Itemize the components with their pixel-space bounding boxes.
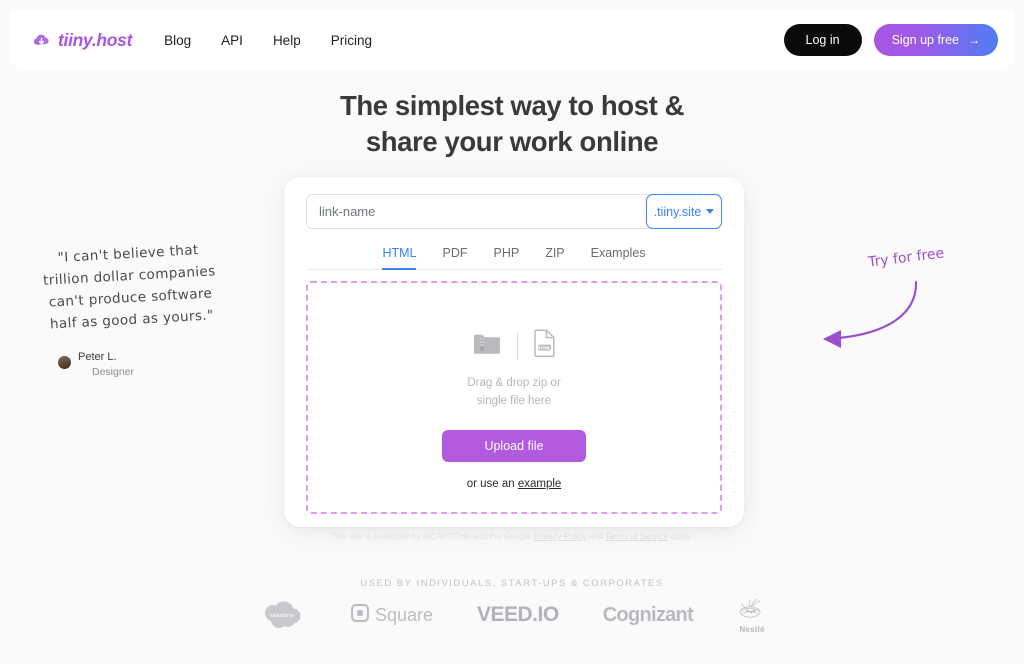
nav-actions: Log in Sign up free → bbox=[783, 24, 998, 56]
zip-folder-icon bbox=[472, 331, 502, 362]
nav-links: Blog API Help Pricing bbox=[164, 33, 372, 48]
quote-line-3: can't produce software bbox=[48, 285, 213, 311]
logo-veed-io: VEED.IO bbox=[476, 603, 559, 626]
upload-file-button[interactable]: Upload file bbox=[442, 429, 586, 462]
chevron-down-icon bbox=[706, 209, 715, 214]
dropzone-divider bbox=[517, 332, 518, 360]
domain-select[interactable]: .tiiny.site bbox=[646, 194, 722, 229]
signup-free-button[interactable]: Sign up free → bbox=[873, 24, 998, 56]
partner-logos: salesforce Square VEED.IO Cognizant Nest… bbox=[0, 596, 1024, 634]
use-example-prefix: or use an bbox=[466, 477, 518, 490]
testimonial-attribution: Peter L. Designer bbox=[58, 347, 230, 378]
annotation-label: Try for free bbox=[867, 245, 945, 271]
testimonial-quote: "I can't believe that trillion dollar co… bbox=[28, 238, 233, 336]
quote-line-4: half as good as yours." bbox=[49, 306, 215, 333]
use-example-text: or use an example bbox=[467, 478, 562, 490]
tab-pdf[interactable]: PDF bbox=[442, 246, 467, 270]
file-dropzone[interactable]: HTML Drag & drop zip or single file here… bbox=[306, 281, 722, 514]
terms-of-service-link[interactable]: Terms of Service bbox=[605, 531, 668, 541]
headline-line-1: The simplest way to host & bbox=[339, 90, 685, 121]
recaptcha-text-1: This site is protected by reCAPTCHA and … bbox=[331, 531, 534, 541]
logo-nestle-label: Nestlé bbox=[739, 625, 765, 634]
headline-line-2: share your work online bbox=[365, 125, 659, 157]
logo-salesforce: salesforce bbox=[257, 598, 307, 632]
dropzone-hint-line-1: Drag & drop zip or bbox=[467, 377, 561, 389]
testimonial: "I can't believe that trillion dollar co… bbox=[30, 242, 230, 378]
top-navbar: tiiny.host Blog API Help Pricing Log in … bbox=[10, 10, 1014, 70]
square-mark-icon bbox=[350, 603, 369, 627]
nav-link-api[interactable]: API bbox=[221, 33, 243, 48]
tab-zip[interactable]: ZIP bbox=[545, 246, 564, 270]
recaptcha-text-3: apply. bbox=[668, 531, 693, 541]
tab-php[interactable]: PHP bbox=[493, 246, 519, 270]
nav-link-blog[interactable]: Blog bbox=[164, 33, 191, 48]
privacy-policy-link[interactable]: Privacy Policy bbox=[533, 531, 586, 541]
link-name-row: .tiiny.site bbox=[306, 194, 722, 229]
nav-link-help[interactable]: Help bbox=[273, 33, 301, 48]
avatar bbox=[58, 356, 71, 370]
quote-line-1: "I can't believe that bbox=[57, 242, 200, 266]
nav-link-pricing[interactable]: Pricing bbox=[331, 33, 372, 48]
author-name: Peter L. bbox=[78, 351, 117, 364]
author-role: Designer bbox=[92, 366, 135, 379]
login-button[interactable]: Log in bbox=[783, 24, 862, 56]
page-title: The simplest way to host & share your wo… bbox=[0, 88, 1024, 160]
html-file-icon: HTML bbox=[533, 329, 556, 363]
dropzone-icons: HTML bbox=[472, 329, 556, 363]
tab-examples[interactable]: Examples bbox=[591, 246, 646, 270]
arrow-right-icon: → bbox=[968, 33, 980, 47]
recaptcha-notice: This site is protected by reCAPTCHA and … bbox=[0, 531, 1024, 541]
dropzone-hint-line-2: single file here bbox=[476, 394, 552, 407]
file-type-tabs: HTML PDF PHP ZIP Examples bbox=[306, 246, 722, 270]
social-proof-heading: USED BY INDIVIDUALS, START-UPS & CORPORA… bbox=[360, 578, 664, 589]
brand-logo-link[interactable]: tiiny.host bbox=[32, 30, 132, 51]
logo-salesforce-label: salesforce bbox=[270, 613, 294, 619]
upload-card: .tiiny.site HTML PDF PHP ZIP Examples bbox=[284, 177, 744, 527]
logo-nestle: Nestlé bbox=[737, 596, 767, 634]
link-name-input[interactable] bbox=[307, 195, 646, 228]
brand-name: tiiny.host bbox=[58, 29, 133, 50]
logo-square-label: Square bbox=[374, 604, 433, 625]
tab-html[interactable]: HTML bbox=[382, 246, 417, 270]
example-link[interactable]: example bbox=[518, 478, 561, 490]
attribution-text: Peter L. Designer bbox=[78, 347, 134, 378]
recaptcha-text-2: and bbox=[586, 531, 606, 541]
cloud-download-icon bbox=[32, 31, 51, 50]
svg-text:HTML: HTML bbox=[539, 345, 551, 350]
dropzone-hint: Drag & drop zip or single file here bbox=[467, 375, 560, 411]
nestle-nest-icon bbox=[737, 596, 767, 624]
signup-label: Sign up free bbox=[891, 33, 959, 47]
domain-select-label: .tiiny.site bbox=[653, 204, 702, 219]
quote-line-2: trillion dollar companies bbox=[42, 263, 217, 289]
logo-square: Square bbox=[350, 603, 433, 627]
logo-cognizant: Cognizant bbox=[602, 603, 694, 626]
try-for-free-annotation: Try for free bbox=[795, 240, 1010, 360]
